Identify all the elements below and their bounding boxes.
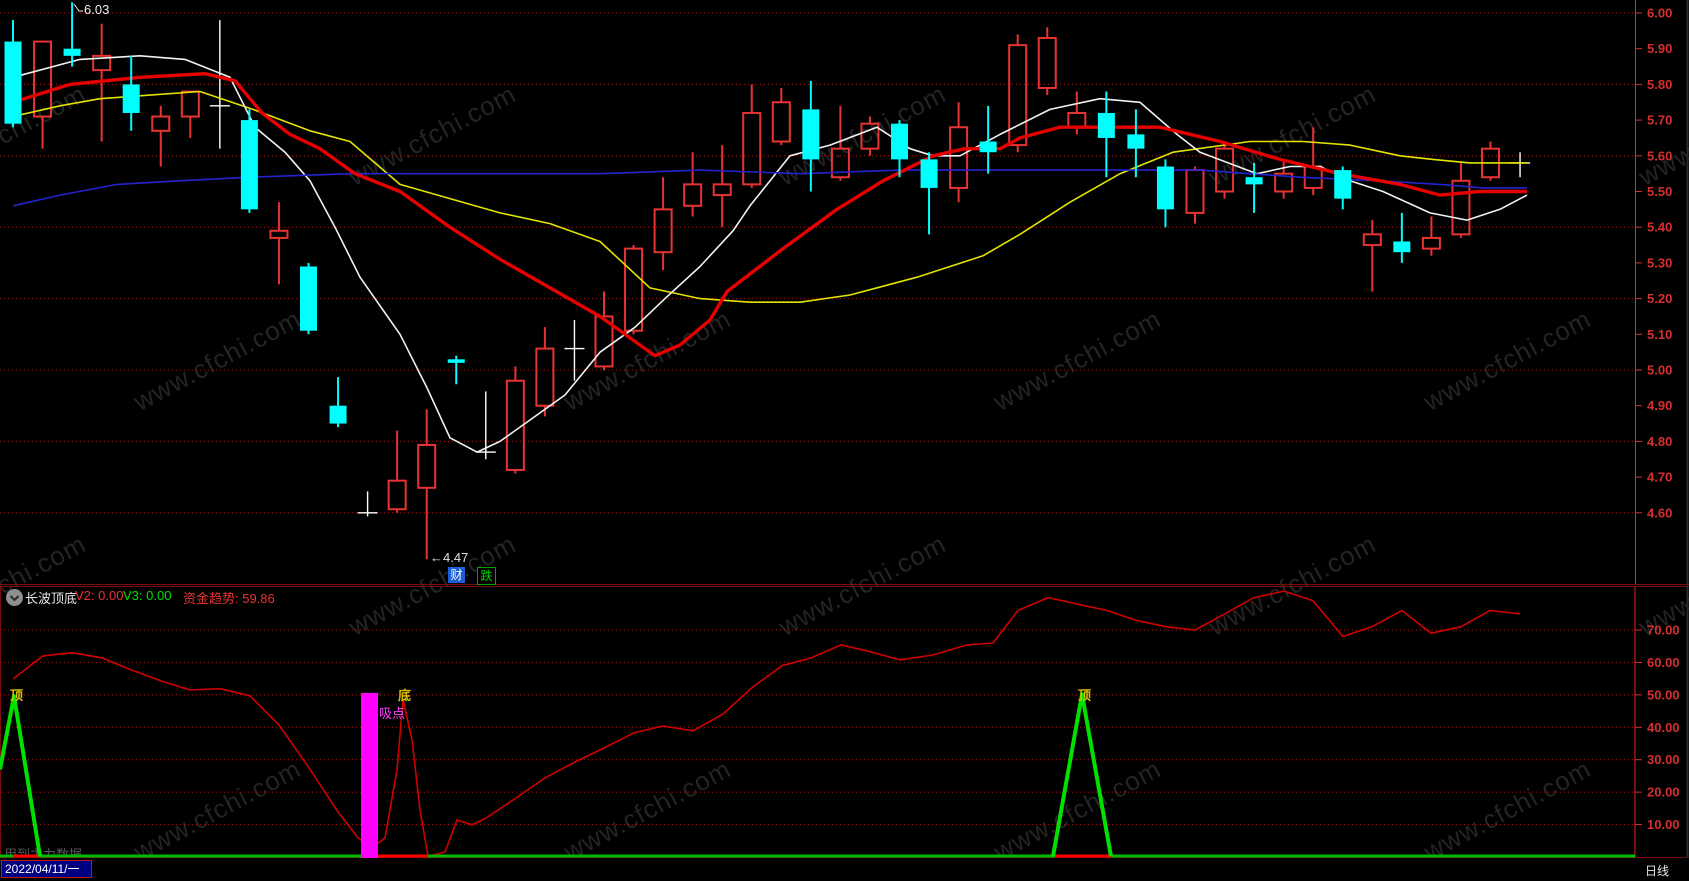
down-candle (1156, 166, 1174, 210)
top-signal-label: 顶 (10, 688, 24, 703)
high-pointer (73, 3, 83, 12)
down-candle (979, 141, 997, 153)
down-candle (329, 405, 347, 424)
up-candle (1067, 111, 1087, 129)
main-axis-label: 4.80 (1647, 434, 1672, 449)
up-candle (949, 126, 969, 189)
up-candle (151, 115, 171, 132)
up-candle (269, 229, 289, 239)
indicator-axis-label: 30.00 (1647, 752, 1680, 767)
up-candle (1451, 179, 1471, 236)
main-axis-label: 5.60 (1647, 148, 1672, 163)
chevron-down-circle-icon[interactable] (5, 588, 24, 607)
indicator-axis-label: 20.00 (1647, 785, 1680, 800)
top-signal-spike (1051, 692, 1113, 857)
chart-canvas[interactable]: 6.00 5.90 5.80 5.70 5.60 5.50 5.40 5.30 5.20 5.10… (0, 0, 1689, 881)
up-candle (1037, 36, 1057, 89)
up-candle (180, 90, 200, 118)
up-candle (417, 443, 437, 489)
indicator-panel-border (0, 586, 1635, 858)
down-candle (891, 123, 908, 160)
down-candle (1393, 241, 1411, 253)
indicator-axis-label: 50.00 (1647, 687, 1680, 702)
down-candle (240, 120, 258, 210)
main-axis-label: 5.20 (1647, 291, 1672, 306)
main-axis-label: 5.50 (1647, 184, 1672, 199)
main-axis-label: 6.00 (1647, 6, 1672, 21)
up-candle (771, 101, 791, 143)
up-candle (712, 183, 732, 197)
bottom-signal-label: 底 (398, 688, 412, 703)
stock-chart-window: www.cfchi.com www.cfchi.com www.cfchi.com w… (0, 0, 1689, 881)
down-candle (63, 48, 81, 56)
indicator-title: 长波顶底 (25, 591, 78, 606)
absorb-signal-bar (361, 692, 378, 858)
ma-red (12, 71, 1527, 358)
ma-white (12, 54, 1528, 453)
down-candle (4, 41, 22, 124)
up-candle (1421, 236, 1441, 250)
up-candle (33, 40, 53, 118)
main-axis-label: 5.40 (1647, 220, 1672, 235)
up-candle (1215, 147, 1235, 193)
up-candle (624, 247, 644, 332)
main-axis-label: 4.60 (1647, 505, 1672, 520)
up-candle (653, 208, 673, 254)
down-candle (122, 84, 140, 113)
up-candle (535, 347, 555, 407)
down-candle (300, 266, 317, 331)
cai-signal-badge: 财 (448, 567, 465, 583)
main-axis-label: 5.00 (1647, 363, 1672, 378)
low-price-annotation: ←4.47 (430, 550, 469, 565)
main-axis-label: 5.30 (1647, 255, 1672, 270)
ma-yellow (12, 90, 1527, 304)
indicator-v3-value: V3: 0.00 (123, 588, 172, 603)
absorb-point-label: 吸点 (379, 706, 406, 721)
up-candle (683, 183, 703, 207)
indicator-axis-label: 60.00 (1647, 655, 1680, 670)
up-candle (1362, 233, 1382, 247)
down-candle (802, 109, 820, 160)
status-bar: 2022/04/11/一 日线 (0, 858, 1689, 881)
main-axis-label: 4.70 (1647, 470, 1672, 485)
down-candle (1127, 134, 1145, 149)
down-candle (1334, 170, 1352, 199)
main-axis-label: 5.70 (1647, 113, 1672, 128)
indicator-trend-value: 资金趋势: 59.86 (183, 591, 275, 606)
top-signal-spike (0, 694, 42, 857)
fund-trend-line (12, 590, 1521, 857)
main-axis-label: 5.10 (1647, 327, 1672, 342)
period-label[interactable]: 日线 (1645, 862, 1669, 879)
down-candle (1245, 177, 1263, 185)
main-axis-label: 4.90 (1647, 398, 1672, 413)
down-candle (1097, 112, 1115, 138)
date-box[interactable]: 2022/04/11/一 (1, 860, 92, 878)
up-candle (387, 479, 407, 511)
up-candle (742, 111, 762, 186)
up-candle (1185, 169, 1205, 214)
down-candle (920, 159, 938, 188)
indicator-axis-label: 70.00 (1647, 622, 1680, 637)
indicator-v2-value: V2: 0.00 (75, 588, 124, 603)
main-axis-label: 5.90 (1647, 41, 1672, 56)
indicator-axis-label: 10.00 (1647, 817, 1680, 832)
ma-blue (12, 169, 1527, 207)
up-candle (1008, 44, 1028, 147)
die-signal-badge: 跌 (477, 567, 496, 585)
top-signal-label: 顶 (1078, 688, 1092, 703)
indicator-axis-label: 40.00 (1647, 720, 1680, 735)
main-axis-label: 5.80 (1647, 77, 1672, 92)
high-price-annotation: 6.03 (84, 2, 110, 17)
down-candle (447, 359, 465, 363)
